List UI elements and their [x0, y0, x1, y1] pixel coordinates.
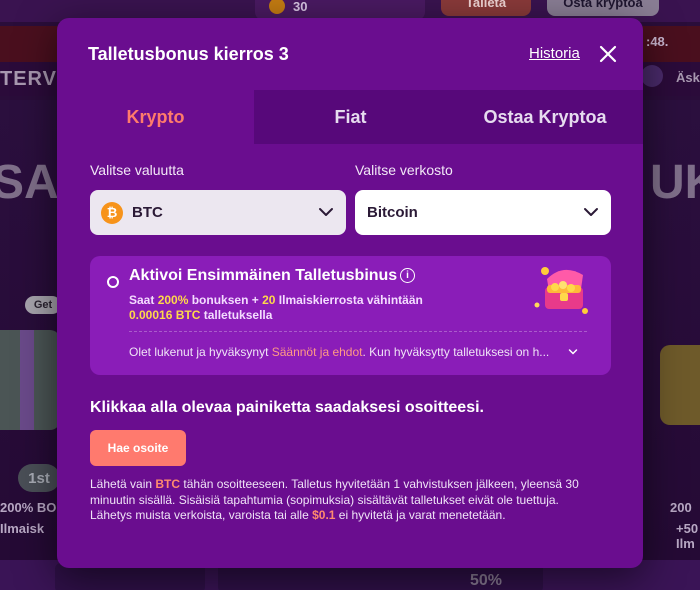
get-address-button[interactable]: Hae osoite	[90, 430, 186, 466]
first-deposit-bonus-card: Aktivoi Ensimmäinen Talletusbinus i Saat…	[90, 256, 611, 375]
bonus-description-line1: Saat 200% bonuksen + 20 Ilmaiskierrosta …	[129, 293, 423, 307]
right-offer-line1: 200	[670, 500, 692, 515]
bitcoin-icon: ₿	[101, 201, 123, 224]
payment-tabs: Krypto Fiat Ostaa Kryptoa	[57, 90, 643, 144]
buy-crypto-button: Osta kryptoa	[547, 0, 659, 16]
close-icon[interactable]	[597, 43, 619, 65]
balance-chip: 30	[255, 0, 425, 20]
get-badge: Get	[25, 296, 61, 314]
modal-header: Talletusbonus kierros 3 Historia	[57, 18, 643, 90]
terms-text: Olet lukenut ja hyväksynyt Säännöt ja eh…	[129, 345, 549, 359]
info-icon[interactable]: i	[400, 268, 415, 283]
treasure-chest-icon	[534, 267, 588, 314]
left-offer-line1: 200% BO	[0, 500, 57, 515]
currency-select[interactable]: ₿ BTC	[90, 190, 346, 235]
countdown-timer: :48.	[646, 34, 669, 49]
divider	[129, 331, 587, 332]
currency-label: Valitse valuutta	[90, 162, 184, 178]
tab-krypto[interactable]: Krypto	[57, 90, 254, 144]
network-select[interactable]: Bitcoin	[355, 190, 611, 235]
bonus-radio[interactable]	[107, 276, 119, 288]
chevron-down-icon	[584, 208, 598, 216]
deposit-button: Talleta	[441, 0, 531, 16]
deposit-modal: Talletusbonus kierros 3 Historia Krypto …	[57, 18, 643, 568]
currency-value: BTC	[132, 204, 163, 221]
bonus-title: Aktivoi Ensimmäinen Talletusbinus	[129, 267, 398, 284]
nav-text-right: Äsk	[676, 70, 700, 85]
nav-icon	[641, 65, 663, 87]
chevron-down-icon	[319, 208, 333, 216]
tab-buy-crypto[interactable]: Ostaa Kryptoa	[447, 90, 643, 144]
nav-text-left: TERV	[0, 68, 57, 90]
tab-fiat[interactable]: Fiat	[254, 90, 447, 144]
bonus-description-line2: 0.00016 BTC talletuksella	[129, 308, 273, 322]
modal-title: Talletusbonus kierros 3	[88, 44, 289, 64]
left-offer-line2: Ilmaisk	[0, 521, 45, 536]
instruction-text: Klikkaa alla olevaa painiketta saadakses…	[90, 399, 484, 416]
terms-link[interactable]: Säännöt ja ehdot	[272, 345, 363, 359]
promo-badge: 50%	[470, 572, 503, 589]
headline-right: UKS	[650, 156, 700, 209]
deposit-notice: Lähetä vain BTC tähän osoitteeseen. Tall…	[90, 477, 579, 522]
expand-chevron-icon[interactable]	[568, 348, 578, 356]
network-label: Valitse verkosto	[355, 162, 453, 178]
gift-ribbon	[20, 330, 34, 430]
rank-badge: 1st	[18, 464, 60, 492]
network-value: Bitcoin	[367, 204, 418, 221]
right-offer-line2: +50 Ilm	[676, 521, 699, 551]
coin-icon	[269, 0, 285, 14]
gift-right-icon	[660, 345, 700, 425]
balance-value: 30	[293, 0, 308, 14]
history-link[interactable]: Historia	[529, 45, 580, 62]
